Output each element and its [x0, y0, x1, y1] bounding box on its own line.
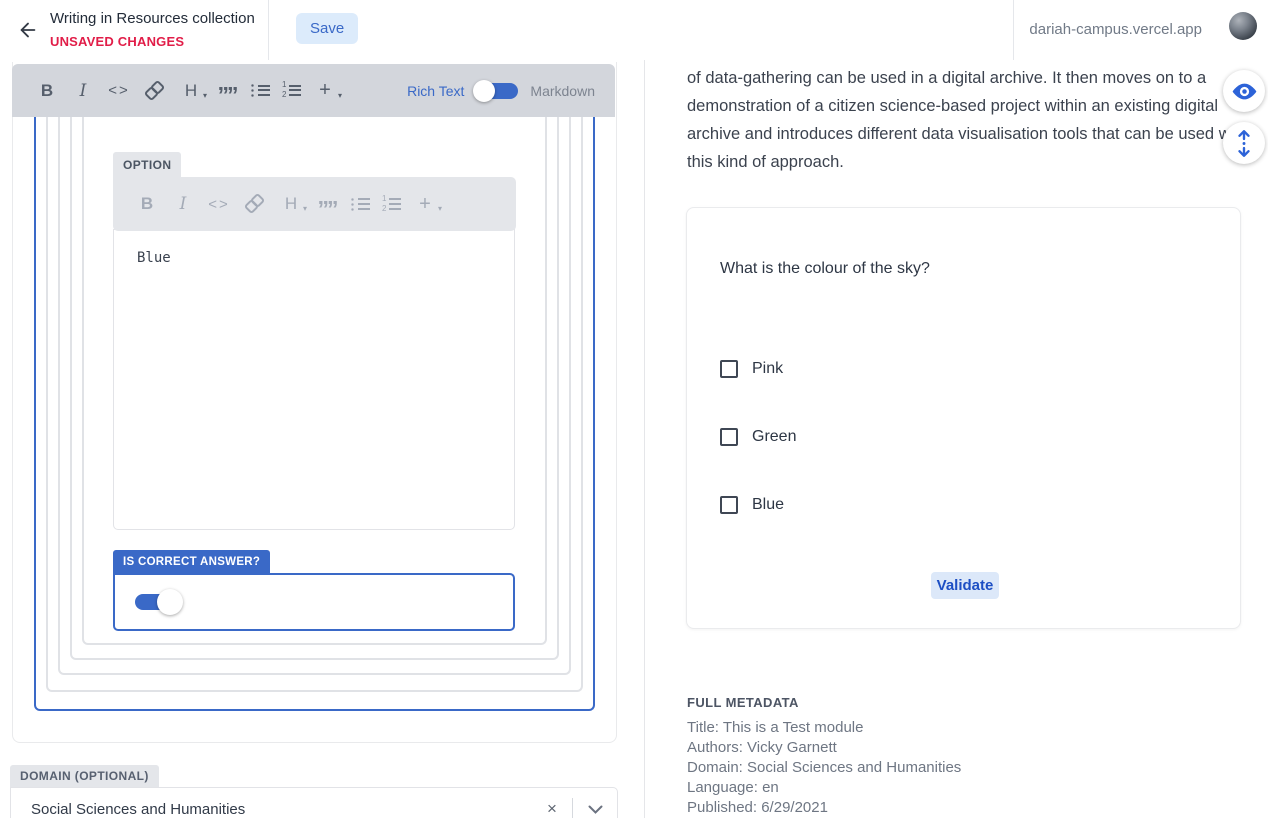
domain-selected-value: Social Sciences and Humanities [31, 801, 532, 818]
unsaved-changes-badge: UNSAVED CHANGES [50, 34, 184, 49]
metadata-line: Domain: Social Sciences and Humanities [687, 758, 961, 778]
bulleted-list-icon[interactable] [251, 84, 270, 97]
eye-icon [1231, 78, 1258, 105]
quiz-options-list: Pink Green Blue [720, 358, 1200, 562]
toolbar-icons [129, 192, 443, 216]
site-domain-label: dariah-campus.vercel.app [1029, 21, 1202, 38]
avatar[interactable] [1229, 12, 1257, 40]
option-label: Blue [752, 496, 784, 514]
heading-icon[interactable] [279, 192, 303, 216]
is-correct-answer-toggle[interactable] [135, 594, 177, 610]
quiz-preview-card: What is the colour of the sky? Pink Gree… [686, 207, 1241, 629]
app-window: Writing in Resources collection UNSAVED … [0, 0, 1268, 818]
is-correct-answer-label: IS CORRECT ANSWER? [113, 550, 270, 573]
quiz-option-row: Blue [720, 494, 1200, 516]
markdown-label[interactable]: Markdown [530, 83, 595, 99]
metadata-line: Language: en [687, 778, 961, 798]
paragraph-lines: of data-gathering can be used in a digit… [687, 64, 1253, 176]
option-field-label: OPTION [113, 152, 181, 177]
option-label: Pink [752, 360, 783, 378]
metadata-line: Authors: Vicky Garnett [687, 738, 961, 758]
quiz-option-row: Pink [720, 358, 1200, 380]
preview-intro-paragraph: This module looks at what citizen scienc… [687, 57, 1253, 181]
option-checkbox[interactable] [720, 496, 738, 514]
numbered-list-icon[interactable] [282, 84, 301, 97]
bulleted-list-icon[interactable] [351, 198, 370, 211]
preview-visibility-button[interactable] [1223, 70, 1265, 112]
quiz-option-row: Green [720, 426, 1200, 448]
scroll-top-bottom-button[interactable] [1223, 122, 1265, 164]
bold-icon[interactable] [35, 79, 59, 103]
is-correct-answer-field [113, 573, 515, 631]
page-title: Writing in Resources collection [50, 10, 255, 27]
paragraph-line: of data-gathering can be used in a digit… [687, 64, 1253, 92]
arrow-left-icon [17, 19, 39, 41]
add-icon[interactable] [313, 79, 337, 103]
code-icon[interactable] [107, 79, 131, 103]
link-icon[interactable] [243, 192, 267, 216]
full-metadata-heading: FULL METADATA [687, 695, 799, 710]
clear-icon[interactable]: × [532, 799, 572, 818]
domain-field-label: DOMAIN (OPTIONAL) [10, 765, 159, 787]
quote-icon[interactable] [215, 79, 239, 103]
richtext-toolbar: Rich Text Markdown [12, 64, 615, 117]
toggle-knob [157, 589, 183, 615]
top-header: Writing in Resources collection UNSAVED … [0, 0, 1268, 60]
italic-icon[interactable] [171, 192, 195, 216]
save-button[interactable]: Save [296, 13, 358, 44]
metadata-line: Published: 6/29/2021 [687, 798, 961, 818]
header-divider [1013, 0, 1014, 60]
add-icon[interactable] [413, 192, 437, 216]
chevron-down-icon[interactable] [573, 805, 617, 814]
metadata-line: Title: This is a Test module [687, 718, 961, 738]
quiz-question: What is the colour of the sky? [720, 260, 930, 278]
bold-icon[interactable] [135, 192, 159, 216]
option-text-editor[interactable]: Blue [113, 229, 515, 530]
validate-button[interactable]: Validate [931, 572, 999, 599]
code-icon[interactable] [207, 192, 231, 216]
paragraph-line: demonstration of a citizen science-based… [687, 92, 1253, 120]
numbered-list-icon[interactable] [382, 198, 401, 211]
header-divider [268, 0, 269, 60]
quote-icon[interactable] [315, 192, 339, 216]
option-label: Green [752, 428, 796, 446]
rich-text-label[interactable]: Rich Text [407, 83, 464, 99]
paragraph-line: this kind of approach. [687, 148, 1253, 176]
editor-mode-toggle[interactable] [476, 83, 518, 99]
option-checkbox[interactable] [720, 360, 738, 378]
back-button[interactable] [14, 16, 42, 44]
paragraph-line: archive and introduces different data vi… [687, 120, 1253, 148]
toolbar-icons [29, 79, 343, 103]
toggle-knob [473, 80, 495, 102]
option-value[interactable]: Blue [137, 250, 171, 266]
link-icon[interactable] [143, 79, 167, 103]
heading-icon[interactable] [179, 79, 203, 103]
metadata-list: Title: This is a Test moduleAuthors: Vic… [687, 718, 961, 818]
option-richtext-toolbar [113, 177, 516, 231]
option-checkbox[interactable] [720, 428, 738, 446]
scroll-arrows-icon [1233, 129, 1255, 158]
panel-divider [644, 55, 645, 818]
domain-select[interactable]: Social Sciences and Humanities × [10, 787, 618, 818]
italic-icon[interactable] [71, 79, 95, 103]
